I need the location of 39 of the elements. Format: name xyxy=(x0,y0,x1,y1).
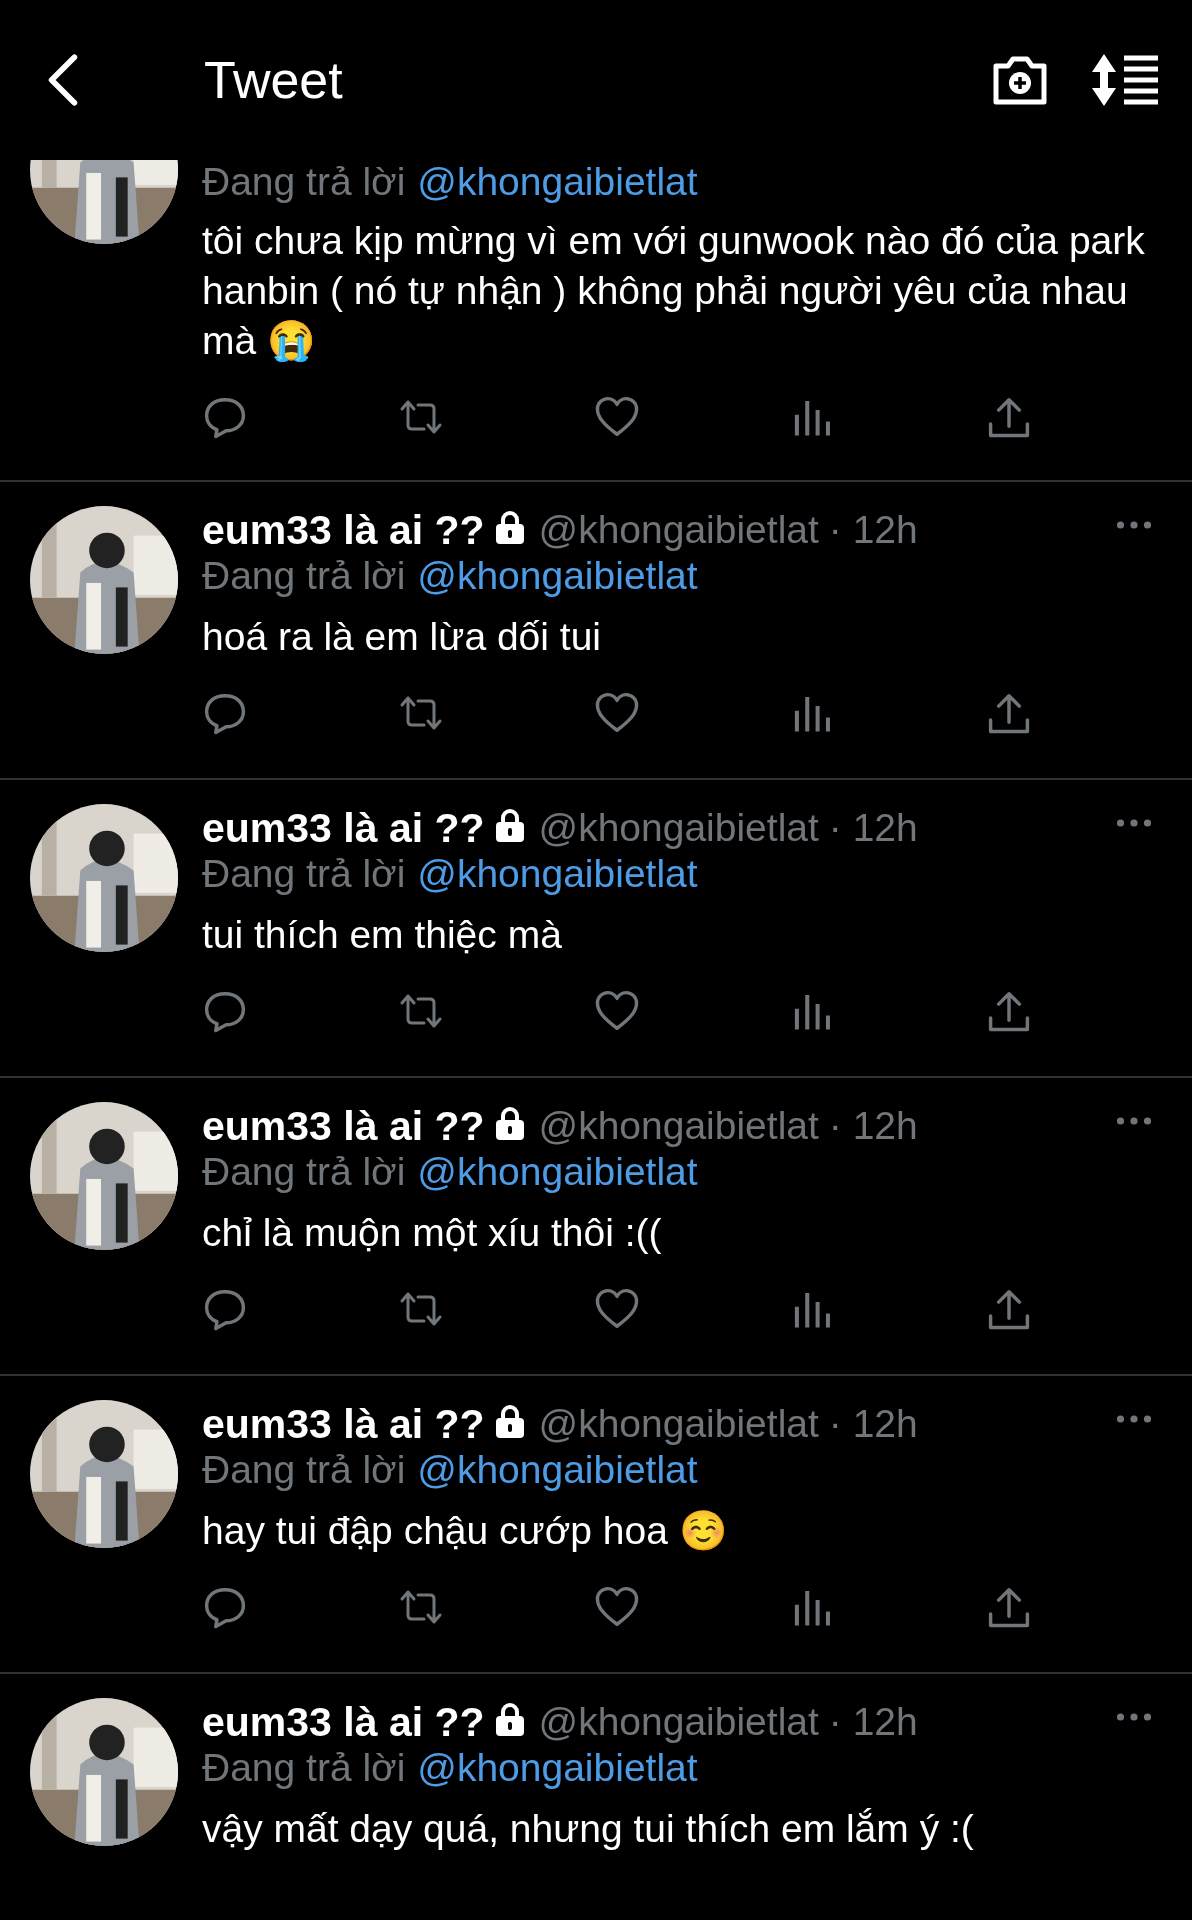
replying-to-label: Đang trả lời xyxy=(202,852,406,895)
user-name[interactable]: eum33 là ai ?? xyxy=(202,1400,485,1448)
timestamp: · 12h xyxy=(828,1402,918,1446)
tweet-text: chỉ là muộn một xíu thôi :(( xyxy=(202,1210,663,1256)
timestamp: · 12h xyxy=(828,1700,918,1744)
replying-to-label: Đang trả lời xyxy=(202,1746,406,1789)
tweet-text: hoá ra là em lừa dối tui xyxy=(202,614,602,660)
mention-link[interactable]: @khongaibietlat xyxy=(417,1150,698,1193)
timestamp: · 12h xyxy=(828,1104,918,1148)
tweet-text: tôi chưa kịp mừng vì em với gunwook nào đó của park hanbin ( nó tự nhận ) không phải người yêu của nhau mà 😭 xyxy=(202,218,1146,364)
timestamp: · 12h xyxy=(828,508,918,552)
replying-to-label: Đang trả lời xyxy=(202,1150,406,1193)
mention-link[interactable]: @khongaibietlat xyxy=(417,1448,698,1491)
replying-to-label: Đang trả lời xyxy=(202,554,406,597)
tweet-text: tui thích em thiệc mà xyxy=(202,912,563,958)
user-handle[interactable]: @khongaibietlat xyxy=(538,1402,819,1446)
mention-link[interactable]: @khongaibietlat xyxy=(417,1746,698,1789)
tweet-text: hay tui đập chậu cướp hoa ☺ xyxy=(202,1508,729,1554)
page-title: Tweet xyxy=(204,50,343,110)
user-name[interactable]: eum33 là ai ?? xyxy=(202,1698,485,1746)
mention-link[interactable]: @khongaibietlat xyxy=(417,160,698,203)
timestamp: · 12h xyxy=(828,806,918,850)
mention-link[interactable]: @khongaibietlat xyxy=(417,852,698,895)
more-icon[interactable] xyxy=(1116,1712,1152,1722)
user-name[interactable]: eum33 là ai ?? xyxy=(202,804,485,852)
replying-to-label: Đang trả lời xyxy=(202,160,406,203)
more-icon[interactable] xyxy=(1116,1414,1152,1424)
user-handle[interactable]: @khongaibietlat xyxy=(538,806,819,850)
more-icon[interactable] xyxy=(1116,818,1152,828)
more-icon[interactable] xyxy=(1116,1116,1152,1126)
user-name[interactable]: eum33 là ai ?? xyxy=(202,1102,485,1150)
user-handle[interactable]: @khongaibietlat xyxy=(538,1700,819,1744)
user-handle[interactable]: @khongaibietlat xyxy=(538,508,819,552)
replying-to-label: Đang trả lời xyxy=(202,1448,406,1491)
mention-link[interactable]: @khongaibietlat xyxy=(417,554,698,597)
user-name[interactable]: eum33 là ai ?? xyxy=(202,506,485,554)
user-handle[interactable]: @khongaibietlat xyxy=(538,1104,819,1148)
tweet-text: vậy mất dạy quá, nhưng tui thích em lắm ý :( xyxy=(202,1806,975,1852)
more-icon[interactable] xyxy=(1116,520,1152,530)
